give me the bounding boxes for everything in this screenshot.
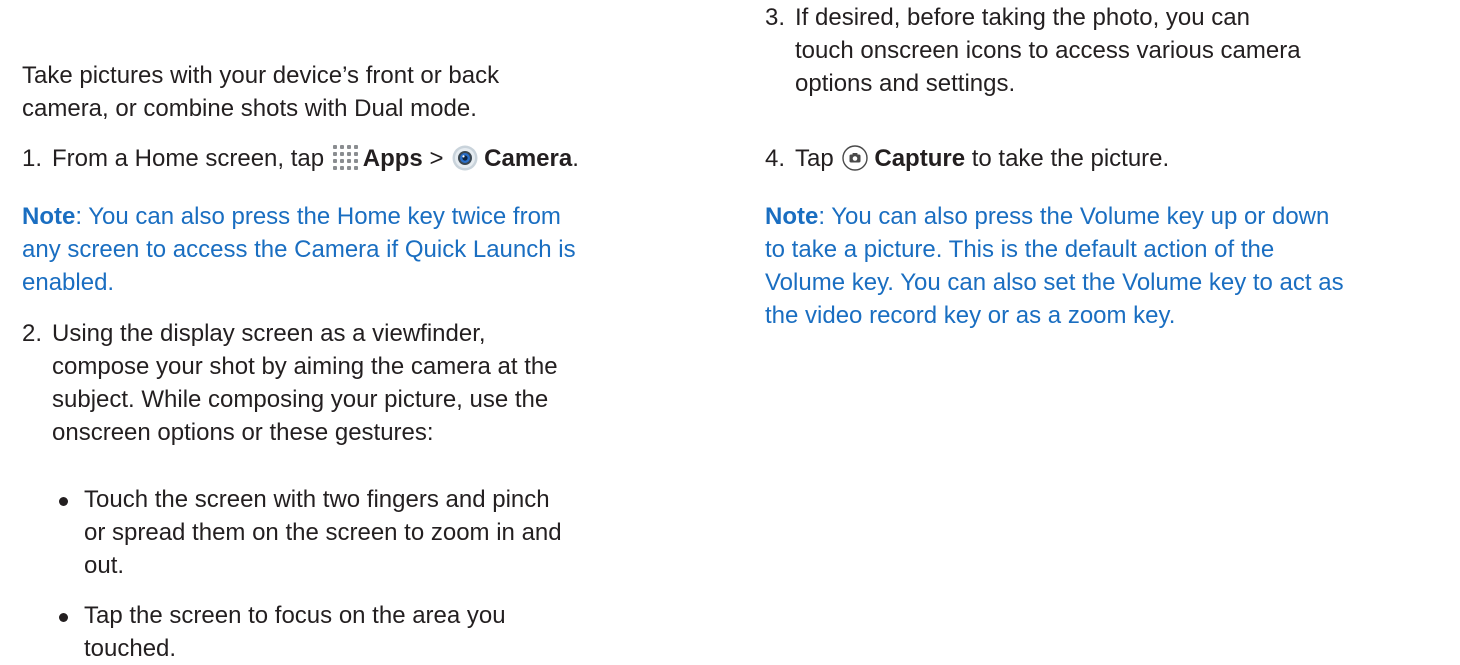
bullet-1-line-2: or spread them on the screen to zoom in … xyxy=(84,519,562,546)
note-2-line-2: to take a picture. This is the default a… xyxy=(765,236,1275,263)
note-1-line-3: enabled. xyxy=(22,269,115,296)
note-2: Note: You can also press the Volume key … xyxy=(765,200,1344,332)
step-1-text: From a Home screen, tap xyxy=(52,145,325,172)
note-1-line-2: any screen to access the Camera if Quick… xyxy=(22,236,576,263)
step-3-line-1: If desired, before taking the photo, you… xyxy=(795,4,1250,31)
step-3-line-2: touch onscreen icons to access various c… xyxy=(795,37,1301,64)
step-2-line-3: subject. While composing your picture, u… xyxy=(52,386,549,413)
note-1-label: Note xyxy=(22,203,76,230)
step-2-line-4: onscreen options or these gestures: xyxy=(52,419,434,446)
step-3-line-3: options and settings. xyxy=(795,70,1016,97)
bullet-2-line-1: Tap the screen to focus on the area you xyxy=(84,602,506,629)
step-3: 3. If desired, before taking the photo, y… xyxy=(765,1,1301,100)
step-2: 2. Using the display screen as a viewfind… xyxy=(22,317,558,449)
intro-line-2: camera, or combine shots with Dual mode. xyxy=(22,95,477,122)
intro-paragraph: Take pictures with your device’s front o… xyxy=(22,59,499,125)
capture-label: Capture xyxy=(874,145,966,172)
step-1-number: 1. xyxy=(22,145,43,172)
step-4-number: 4. xyxy=(765,145,786,172)
bullet-2-line-2: touched. xyxy=(84,635,177,662)
note-1-line-1: : You can also press the Home key twice … xyxy=(75,203,561,230)
intro-line-1: Take pictures with your device’s front o… xyxy=(22,62,500,89)
bullet-dot xyxy=(59,497,68,506)
bullet-dot xyxy=(59,613,68,622)
step-4: 4. Tap Capture to take the picture. xyxy=(765,142,1169,175)
bullet-item-pinch-zoom: Touch the screen with two fingers and pi… xyxy=(52,483,562,582)
step-2-number: 2. xyxy=(22,320,43,347)
step-3-number: 3. xyxy=(765,4,786,31)
note-2-label: Note xyxy=(765,203,819,230)
step-1: 1. From a Home screen, tap Apps > Camera. xyxy=(22,142,579,175)
step-2-line-2: compose your shot by aiming the camera a… xyxy=(52,353,558,380)
note-1: Note: You can also press the Home key tw… xyxy=(22,200,576,299)
bullet-1-line-1: Touch the screen with two fingers and pi… xyxy=(84,486,550,513)
bullet-1-line-3: out. xyxy=(84,552,125,579)
step-4-pre: Tap xyxy=(795,145,834,172)
bullet-item-tap-focus: Tap the screen to focus on the area you … xyxy=(52,599,506,665)
apps-label: Apps xyxy=(362,145,423,172)
camera-app-icon xyxy=(452,145,478,171)
camera-label: Camera xyxy=(484,145,573,172)
note-2-line-4: the video record key or as a zoom key. xyxy=(765,302,1176,329)
step-1-separator: > xyxy=(429,145,444,172)
step-4-post: to take the picture. xyxy=(971,145,1170,172)
step-1-end: . xyxy=(572,145,579,172)
step-2-line-1: Using the display screen as a viewfinder… xyxy=(52,320,486,347)
note-2-line-3: Volume key. You can also set the Volume … xyxy=(765,269,1344,296)
apps-grid-icon xyxy=(333,145,359,171)
note-2-line-1: : You can also press the Volume key up o… xyxy=(818,203,1330,230)
capture-button-icon xyxy=(842,144,869,171)
